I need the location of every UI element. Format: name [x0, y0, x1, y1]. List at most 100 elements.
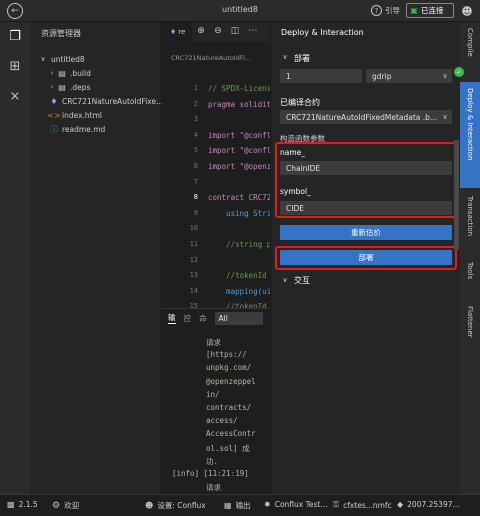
line-number: 7 — [193, 177, 198, 186]
contract-select[interactable]: CRC721NatureAutoIdFixedMetadata .b... ∨ — [280, 110, 452, 124]
activity-bar: ❐ ⊞ ⨯ — [0, 22, 30, 494]
section-interact-title[interactable]: 交互 — [294, 275, 310, 286]
tab-label: Tools — [466, 262, 474, 280]
unit-value: gdrip — [372, 71, 392, 81]
user-icon[interactable]: ☻ — [460, 4, 474, 18]
tab-label: Transaction — [466, 196, 474, 237]
line-number: 1 — [193, 84, 198, 92]
amount-value: 1 — [286, 71, 291, 81]
status-account[interactable]: ⚿ cfxtes...nmfc — [333, 500, 392, 510]
tree-item-index[interactable]: <> index.html — [47, 108, 102, 122]
success-badge-icon: ✓ — [454, 67, 464, 77]
disk-icon: ▩ — [7, 500, 15, 509]
code-area[interactable]: 1 // SPDX-Licens 2 pragma solidit 3 4 import "… — [162, 22, 270, 312]
filter-select[interactable]: All — [214, 311, 263, 325]
output-line: contracts/ — [206, 403, 252, 412]
build-icon: ◆ — [397, 500, 404, 509]
output-line: AccessContr — [206, 429, 256, 439]
line-number: 2 — [193, 99, 198, 108]
tree-item-label: .deps — [70, 82, 91, 92]
output-panel: 输 控 命 All 请求 [https:// unpkg.com/ @openzepp… — [162, 308, 270, 494]
panel-tab-bar: 输 控 命 All — [162, 309, 270, 327]
tree-item-label: untitled8 — [51, 54, 85, 64]
chevron-down-icon: ∨ — [442, 113, 448, 121]
chevron-down-icon[interactable]: ∨ — [281, 276, 289, 284]
line-number: 5 — [193, 146, 198, 155]
code-line: contract CRC72 — [208, 193, 270, 203]
tab-flattener[interactable]: Flattener — [460, 302, 480, 358]
output-line: 请求 — [206, 483, 221, 493]
html-file-icon: <> — [47, 110, 61, 120]
tree-item-label: readme.md — [62, 124, 106, 134]
chevron-down-icon: ∨ — [442, 72, 448, 80]
welcome-text: 欢迎 — [64, 501, 80, 510]
folder-icon: ▤ — [58, 82, 66, 92]
tree-item-root[interactable]: ∨ untitled8 — [38, 52, 85, 66]
code-line: mapping(ui — [208, 286, 270, 296]
output-line: 功. — [206, 456, 219, 466]
network-icon: ✸ — [264, 500, 271, 509]
connected-label: 已连接 — [421, 6, 444, 15]
wallet-icon: ▣ — [410, 6, 418, 15]
tree-item-deps[interactable]: › ▤ .deps — [48, 80, 91, 94]
info-file-icon: ⓘ — [50, 124, 58, 134]
section-deploy-title[interactable]: 部署 — [294, 53, 310, 64]
right-tab-bar: Compile ✓ Deploy & Interaction Transacti… — [454, 22, 480, 494]
tab-deploy-interaction[interactable]: Deploy & Interaction — [460, 82, 480, 188]
files-icon[interactable]: ❐ — [7, 28, 23, 44]
tree-item-label: .build — [70, 68, 91, 78]
output-line: access/ — [206, 416, 238, 426]
unit-select[interactable]: gdrip ∨ — [366, 69, 452, 83]
code-line: pragma solidit — [208, 99, 270, 109]
code-line: using Stri — [208, 208, 270, 218]
tab-output[interactable]: 输 — [168, 312, 176, 324]
user-settings-icon: ☻ — [145, 501, 154, 510]
status-settings[interactable]: ☻ 设置: Conflux — [145, 500, 206, 511]
scrollbar[interactable] — [454, 140, 459, 250]
explorer-header: 资源管理器 — [41, 29, 81, 38]
output-text: 输出 — [235, 501, 251, 510]
status-version[interactable]: ▩ 2.1.5 — [7, 500, 38, 509]
status-build[interactable]: ◆ 2007.25397... — [397, 500, 460, 509]
output-log: 请求 [https:// unpkg.com/ @openzeppel in/contr… — [162, 329, 270, 494]
guide-label[interactable]: 引导 — [385, 5, 400, 16]
line-number: 9 — [193, 208, 198, 217]
chevron-down-icon: ∨ — [40, 55, 46, 63]
tree-item-contract[interactable]: ♦ CRC721NatureAutoIdFixe... — [48, 94, 163, 108]
tree-item-readme[interactable]: ⓘ readme.md — [48, 122, 105, 136]
code-line: //tokenId — [208, 271, 267, 281]
tab-console[interactable]: 控 — [184, 313, 192, 324]
tab-tools[interactable]: Tools — [460, 258, 480, 298]
gear-icon: ⚙ — [52, 500, 61, 511]
code-line: //string p — [208, 240, 270, 249]
status-bar: ▩ 2.1.5 ⚙ 欢迎 ☻ 设置: Conflux ▦ 输出 ✸ Conflu… — [0, 494, 480, 516]
window-title: untitled8 — [222, 5, 258, 14]
tab-terminal[interactable]: 命 — [199, 313, 207, 324]
line-number: 11 — [189, 240, 198, 248]
re-estimate-button[interactable]: 重新估价 — [280, 225, 452, 240]
tab-transaction[interactable]: Transaction — [460, 192, 480, 250]
extensions-icon[interactable]: ⊞ — [7, 58, 23, 74]
solidity-file-icon: ♦ — [50, 96, 58, 106]
status-output[interactable]: ▦ 输出 — [224, 500, 251, 511]
tree-item-label: CRC721NatureAutoIdFixe... — [62, 96, 164, 106]
line-number: 13 — [189, 271, 198, 280]
help-icon[interactable]: ? — [371, 5, 382, 16]
filter-value: All — [218, 313, 228, 323]
status-network[interactable]: ✸ Conflux Test... — [264, 500, 328, 509]
back-icon[interactable]: ← — [7, 3, 23, 19]
network-text: Conflux Test... — [274, 500, 328, 509]
code-editor: ♦ re ⊕ ⊖ ◫ ⋯ CRC721NatureAutoIdFi... 1//… — [162, 22, 270, 312]
source-control-icon[interactable]: ⨯ — [7, 88, 23, 104]
status-welcome[interactable]: ⚙ 欢迎 — [52, 500, 79, 511]
chevron-down-icon[interactable]: ∨ — [281, 53, 289, 61]
deploy-header: Deploy & Interaction — [281, 28, 364, 37]
line-number: 14 — [189, 286, 198, 295]
line-number: 12 — [189, 255, 198, 264]
tree-item-build[interactable]: › ▤ .build — [48, 66, 91, 80]
line-number: 8 — [193, 193, 198, 202]
build-text: 2007.25397... — [407, 500, 460, 509]
amount-input[interactable]: 1 — [280, 69, 362, 83]
connected-button[interactable]: ▣ 已连接 — [406, 3, 454, 18]
deploy-panel: Deploy & Interaction ∨ 部署 1 gdrip ∨ 已编译合… — [270, 22, 460, 494]
